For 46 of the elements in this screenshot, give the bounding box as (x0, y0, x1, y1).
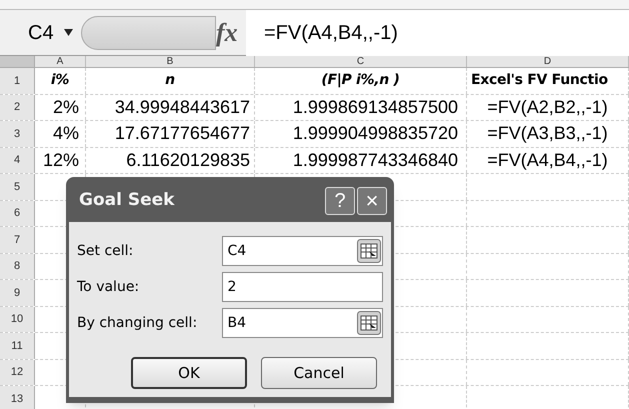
input-field[interactable]: 2 (222, 272, 383, 302)
table-cell-text: 1.999869134857500 (292, 96, 458, 119)
row-header[interactable]: 3 (14, 126, 20, 142)
range-picker-icon[interactable] (357, 239, 381, 263)
row-header[interactable]: 1 (14, 72, 20, 89)
formula-field[interactable]: =FV(A4,B4,,-1) (246, 10, 629, 56)
table-cell-text: 17.67177654677 (114, 122, 250, 146)
table-cell-text: 4% (52, 122, 79, 146)
table-cell-text: =FV(A2,B2,,-1) (487, 96, 608, 119)
dialog-title: Goal Seek (79, 189, 176, 212)
field-label: To value: (77, 278, 140, 296)
column-header[interactable]: A (56, 56, 64, 66)
help-button[interactable]: ? (325, 187, 355, 215)
table-cell-text: 34.99948443617 (114, 96, 250, 119)
dialog-button[interactable]: OK (131, 357, 247, 389)
table-cell-text: 6.11620129835 (126, 148, 250, 172)
input-field[interactable]: C4 (222, 236, 383, 266)
row-header[interactable]: 9 (14, 284, 20, 301)
row-header[interactable]: 6 (14, 205, 20, 222)
field-label: By changing cell: (77, 314, 198, 332)
table-cell-text: (F|P i%,n ) (321, 71, 400, 90)
table-cell-text: =FV(A4,B4,,-1) (487, 148, 608, 172)
row-header[interactable]: 2 (14, 99, 20, 116)
range-picker-icon[interactable] (357, 311, 381, 335)
table-cell-text: 12% (42, 148, 79, 172)
row-header[interactable]: 4 (14, 152, 20, 168)
row-header[interactable]: 5 (14, 178, 20, 195)
column-header[interactable]: B (166, 56, 174, 66)
column-header[interactable]: D (544, 56, 552, 66)
table-cell-text: =FV(A3,B3,,-1) (487, 122, 608, 146)
dropdown-icon[interactable] (64, 29, 73, 36)
table-cell-text: i% (50, 71, 70, 90)
row-header[interactable]: 7 (14, 232, 20, 248)
table-cell-text: n (165, 71, 175, 90)
table-cell-text: 1.999904998835720 (292, 122, 458, 146)
input-field[interactable]: B4 (222, 308, 383, 338)
field-label: Set cell: (77, 242, 134, 260)
function-label[interactable]: fx (216, 10, 246, 56)
table-cell-text: 1.999987743346840 (292, 148, 458, 172)
close-button[interactable]: × (357, 187, 387, 215)
table-cell-text: Excel's FV Functio (471, 71, 608, 90)
row-header[interactable]: 8 (14, 258, 20, 274)
column-header[interactable]: C (356, 56, 364, 66)
dialog-button[interactable]: Cancel (261, 357, 377, 389)
name-box[interactable]: C4 (0, 18, 62, 48)
table-cell-text: 2% (52, 96, 79, 119)
